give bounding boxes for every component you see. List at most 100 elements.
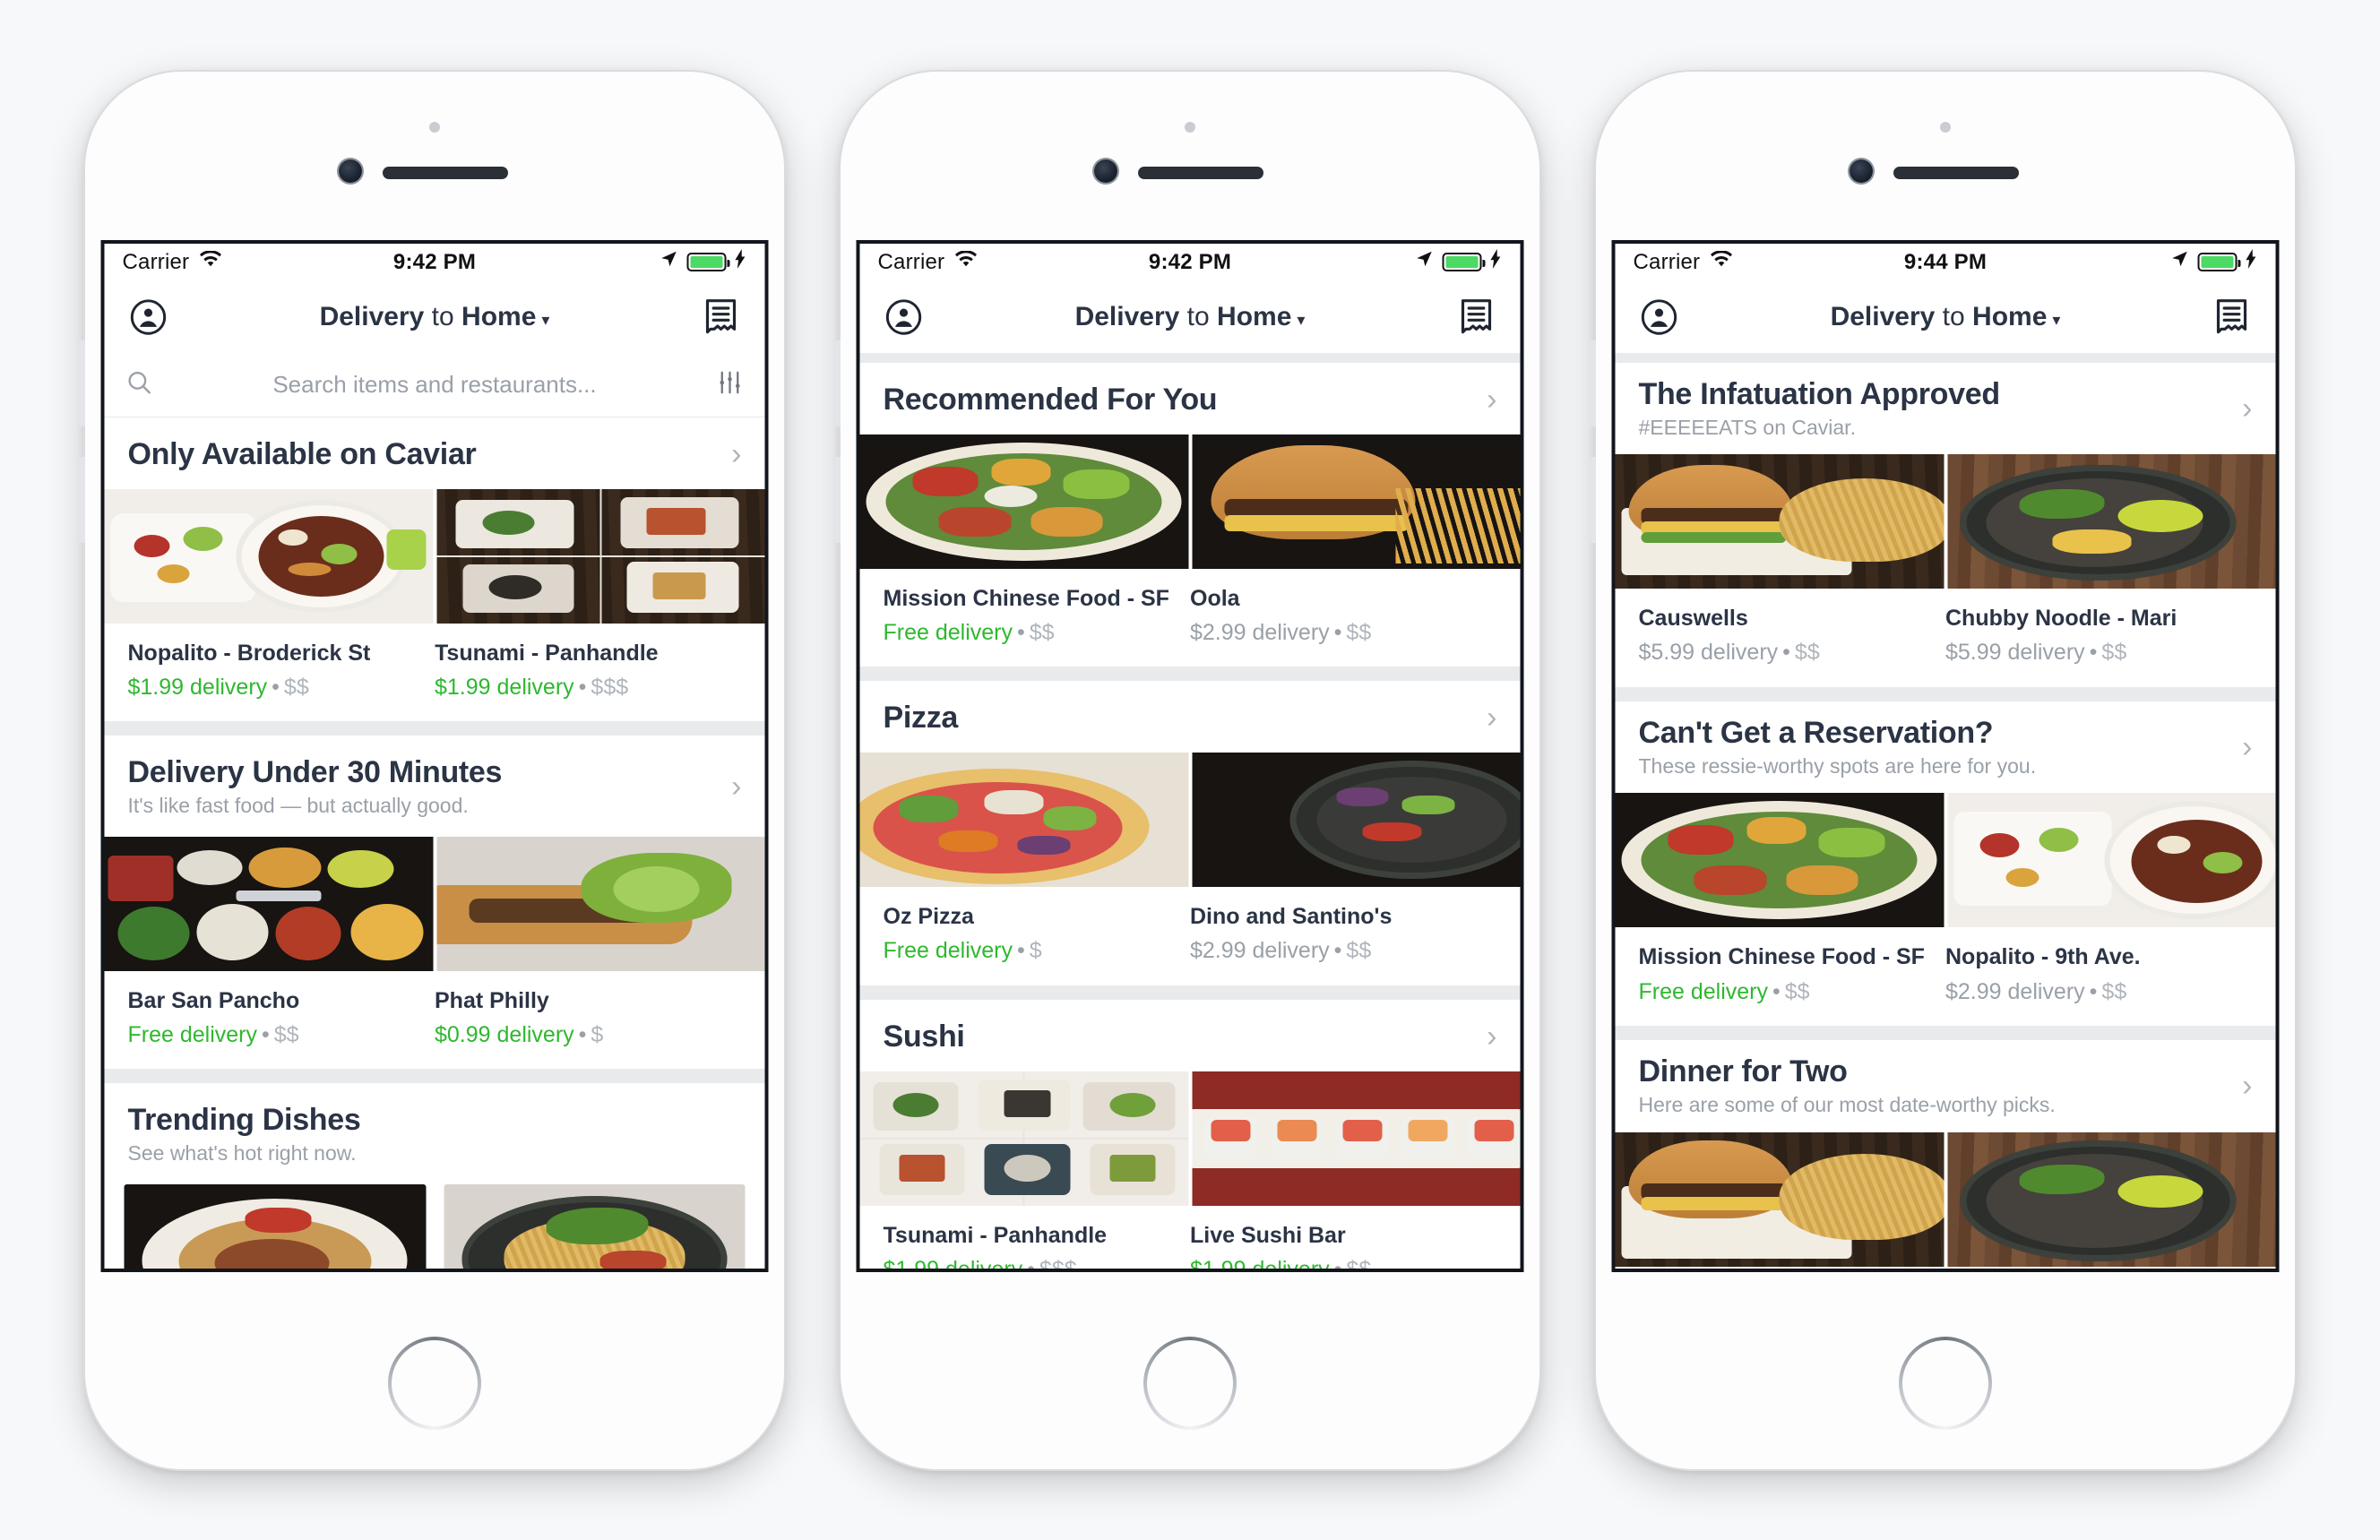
restaurant-meta: Free delivery • $$: [1638, 978, 1810, 1004]
section-image-row[interactable]: [859, 753, 1521, 888]
chevron-right-icon: ›: [2242, 391, 2253, 426]
front-camera-icon: [1850, 159, 1873, 183]
restaurant-photo[interactable]: [1192, 434, 1521, 569]
section-image-row[interactable]: [1615, 793, 2276, 928]
restaurant-card[interactable]: Tsunami - Panhandle $1.99 delivery•$$$: [884, 1222, 1191, 1269]
dish-photo[interactable]: [124, 1183, 426, 1269]
status-time: 9:42 PM: [392, 249, 477, 274]
earpiece-speaker: [1138, 166, 1263, 179]
feed-scroll-area[interactable]: Recommended For You › Mission Chinese Fo…: [859, 352, 1521, 1269]
restaurant-info-row: Oz Pizza Free delivery • $ Dino and Santin…: [859, 887, 1521, 985]
profile-button[interactable]: [880, 293, 928, 341]
section-divider: [1615, 1025, 2276, 1040]
section-image-row[interactable]: [1615, 1131, 2276, 1267]
section-subtitle: Here are some of our most date-worthy pi…: [1638, 1092, 2056, 1116]
restaurant-meta: $2.99 delivery • $$: [1945, 978, 2127, 1004]
restaurant-card[interactable]: Oz Pizza Free delivery • $: [884, 903, 1191, 966]
section-image-row[interactable]: [859, 1071, 1521, 1206]
restaurant-photo[interactable]: [1192, 1071, 1521, 1206]
section-image-row[interactable]: [859, 434, 1521, 569]
orders-button[interactable]: [2208, 293, 2256, 341]
restaurant-card[interactable]: Chubby Noodle - Mari $5.99 delivery • $$: [1945, 605, 2253, 667]
restaurant-card[interactable]: Live Sushi Bar $1.99 delivery•$$: [1190, 1222, 1497, 1269]
restaurant-photo[interactable]: [436, 488, 765, 624]
restaurant-photo[interactable]: [104, 836, 433, 971]
section-header[interactable]: Recommended For You ›: [859, 362, 1521, 434]
restaurant-card[interactable]: Tsunami - Panhandle $1.99 delivery•$$$: [435, 640, 742, 702]
restaurant-photo[interactable]: [1192, 753, 1521, 888]
section-header[interactable]: Delivery Under 30 Minutes It's like fast…: [104, 736, 765, 837]
feed-scroll-area[interactable]: Only Available on Caviar › Nopalito - Br…: [104, 417, 765, 1269]
wifi-icon: [198, 249, 222, 275]
delivery-location-selector[interactable]: Delivery to Home ▾: [928, 302, 1453, 332]
restaurant-card[interactable]: Nopalito - 9th Ave. $2.99 delivery • $$: [1945, 943, 2253, 1006]
filter-sliders-icon[interactable]: [717, 369, 744, 400]
section-header[interactable]: Pizza ›: [859, 681, 1521, 753]
profile-button[interactable]: [125, 293, 173, 341]
restaurant-photo[interactable]: [104, 488, 433, 624]
restaurant-card[interactable]: Nopalito - Broderick St $1.99 delivery • $…: [128, 640, 435, 702]
restaurant-photo[interactable]: [1615, 454, 1944, 589]
phone-mockup-stage: Carrier 9:42 PM Delivery to Home ▾ Searc…: [0, 0, 2380, 1540]
section-header[interactable]: Dinner for Two Here are some of our most…: [1615, 1039, 2276, 1132]
home-button[interactable]: [388, 1337, 481, 1430]
section-divider: [859, 352, 1521, 363]
orders-button[interactable]: [1453, 293, 1501, 341]
restaurant-meta: $1.99 delivery•$$$: [435, 674, 629, 700]
restaurant-photo[interactable]: [1615, 793, 1944, 928]
section-subtitle: These ressie-worthy spots are here for y…: [1638, 753, 2037, 778]
wifi-icon: [1709, 249, 1733, 275]
price-tier: $$: [1346, 1257, 1371, 1269]
restaurant-photo[interactable]: [1947, 1131, 2276, 1267]
feed-scroll-area[interactable]: The Infatuation Approved #EEEEEATS on Ca…: [1615, 352, 2276, 1269]
restaurant-photo[interactable]: [859, 753, 1188, 888]
restaurant-photo[interactable]: [1615, 1131, 1944, 1267]
restaurant-meta: $1.99 delivery•$$: [1190, 1256, 1485, 1269]
section-header[interactable]: Only Available on Caviar ›: [104, 417, 765, 489]
chevron-right-icon: ›: [1487, 382, 1497, 417]
home-button[interactable]: [1143, 1337, 1237, 1430]
section-header[interactable]: Trending Dishes See what's hot right now…: [104, 1083, 765, 1184]
restaurant-card[interactable]: Phat Philly $0.99 delivery • $: [435, 987, 742, 1050]
restaurant-info-row: Bar San Pancho Free delivery • $$ Phat Phi…: [104, 970, 765, 1070]
restaurant-name: Mission Chinese Food - SF: [1638, 944, 1925, 970]
delivery-fee: Free delivery: [883, 938, 1013, 964]
restaurant-photo[interactable]: [1947, 793, 2276, 928]
orders-button[interactable]: [697, 293, 746, 341]
section-image-row[interactable]: [104, 488, 765, 624]
delivery-location-selector[interactable]: Delivery to Home ▾: [173, 302, 697, 332]
section-image-row[interactable]: [104, 836, 765, 971]
price-tier: $$: [2101, 640, 2127, 666]
wifi-icon: [953, 249, 978, 275]
restaurant-card[interactable]: Mission Chinese Food - SF Free delivery •…: [884, 585, 1191, 648]
restaurant-photo[interactable]: [1947, 454, 2276, 589]
search-input[interactable]: Search items and restaurants...: [168, 371, 703, 399]
restaurant-card[interactable]: Oola $2.99 delivery • $$: [1190, 585, 1497, 648]
section-header[interactable]: Can't Get a Reservation? These ressie-wo…: [1615, 701, 2276, 794]
restaurant-photo[interactable]: [859, 434, 1188, 569]
restaurant-meta: Free delivery • $$: [883, 619, 1055, 645]
price-tier: $$: [2101, 978, 2127, 1004]
section-image-row[interactable]: [1615, 454, 2276, 589]
restaurant-photo[interactable]: [436, 836, 765, 971]
restaurant-info-row: Tsunami - Panhandle $1.99 delivery•$$$ L…: [859, 1205, 1521, 1269]
delivery-location-selector[interactable]: Delivery to Home ▾: [1684, 302, 2208, 332]
price-tier: $$: [273, 1022, 299, 1047]
restaurant-card[interactable]: Causwells $5.99 delivery • $$: [1639, 605, 1946, 667]
restaurant-card[interactable]: Bar San Pancho Free delivery • $$: [128, 987, 435, 1050]
search-bar[interactable]: Search items and restaurants...: [104, 352, 765, 417]
restaurant-card[interactable]: Dino and Santino's $2.99 delivery • $$: [1190, 903, 1497, 966]
restaurant-card[interactable]: Mission Chinese Food - SF Free delivery •…: [1639, 943, 1946, 1006]
profile-button[interactable]: [1635, 293, 1684, 341]
restaurant-photo[interactable]: [859, 1071, 1188, 1206]
delivery-fee: $1.99 delivery: [884, 1257, 1023, 1269]
dish-photo[interactable]: [444, 1183, 746, 1269]
restaurant-meta: $2.99 delivery • $$: [1190, 938, 1372, 964]
price-tier: $$: [1346, 619, 1372, 645]
section-header[interactable]: The Infatuation Approved #EEEEEATS on Ca…: [1615, 362, 2276, 455]
home-button[interactable]: [1899, 1337, 1992, 1430]
status-bar: Carrier 9:42 PM: [105, 244, 765, 281]
phone-screen-2: Carrier 9:42 PM Delivery to Home ▾ Recom…: [856, 239, 1524, 1272]
section-image-row[interactable]: [105, 1183, 765, 1269]
section-header[interactable]: Sushi ›: [859, 999, 1521, 1071]
